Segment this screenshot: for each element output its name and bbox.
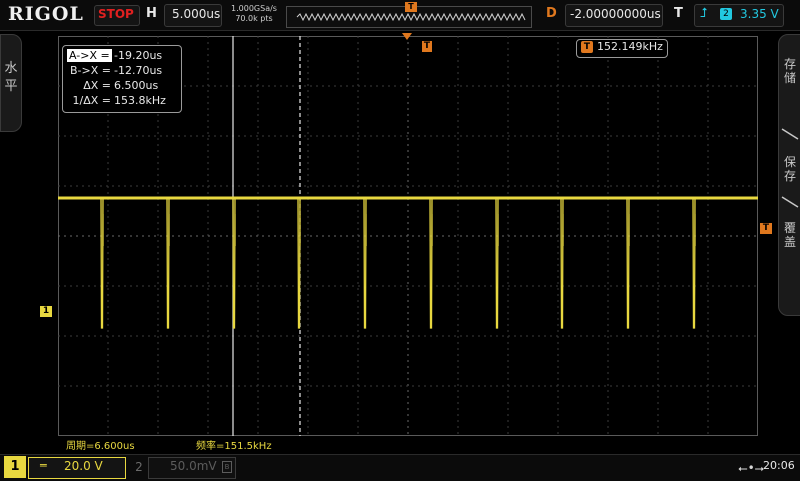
run-state-label: STOP xyxy=(98,7,134,21)
delay-value: -2.00000000us xyxy=(570,7,661,21)
cursor-invdx-label: 1/ΔX = xyxy=(72,94,111,107)
measurement-period: 周期=6.600us xyxy=(66,437,135,452)
cursor-ax-label: A->X = xyxy=(67,49,112,62)
brand-logo: RIGOL xyxy=(8,3,84,25)
ch1-dc-coupling-icon: ═ xyxy=(40,459,47,472)
delay-label: D xyxy=(546,6,557,21)
sample-info: 1.000GSa/s 70.0k pts xyxy=(228,4,280,24)
cursor-ax-value: -19.20us xyxy=(114,49,163,62)
frequency-counter-badge: T xyxy=(581,41,593,53)
trigger-position-marker xyxy=(402,33,412,40)
ch2-scale-value: 50.0mV xyxy=(170,459,217,473)
timebase-value: 5.000us xyxy=(172,7,221,21)
right-menu-tab[interactable]: 存储 保存 覆盖 xyxy=(778,34,800,316)
measurement-frequency: 频率=151.5kHz xyxy=(196,437,272,452)
cursor-dx-label: ΔX = xyxy=(83,79,111,92)
ch2-tab[interactable]: 2 xyxy=(132,457,146,477)
ch1-scale-value: 20.0 V xyxy=(64,459,103,473)
left-tab-char: 水 xyxy=(4,61,18,76)
trigger-source-badge: 2 xyxy=(720,8,732,20)
cursor-bx-value: -12.70us xyxy=(114,64,163,77)
trigger-time-marker: T xyxy=(422,41,432,52)
measurement-bar: 周期=6.600us 频率=151.5kHz xyxy=(58,436,758,452)
trigger-label: T xyxy=(674,6,683,21)
usb-icon: ⭠•⭢ xyxy=(738,461,765,475)
cursor-bx-label: B->X = xyxy=(70,64,111,77)
measurement-value: 151.5kHz xyxy=(224,441,272,452)
menu-item-storage[interactable]: 存储 xyxy=(783,57,797,85)
frequency-counter-value: 152.149kHz xyxy=(597,40,663,53)
left-tab-char: 平 xyxy=(4,79,18,94)
measurement-value: 6.600us xyxy=(94,441,135,452)
memory-depth: 70.0k pts xyxy=(235,14,273,23)
cursor-readout: A->X = -19.20us B->X = -12.70us ΔX = 6.500u… xyxy=(62,45,182,113)
horizontal-label: H xyxy=(146,6,157,21)
trigger-level-value: 3.35 V xyxy=(740,7,779,21)
menu-divider xyxy=(781,196,799,208)
ch1-ground-marker[interactable]: 1 xyxy=(40,306,52,317)
measurement-label: 周期= xyxy=(66,441,95,452)
measurement-label: 频率= xyxy=(196,441,225,452)
cursor-dx-value: 6.500us xyxy=(114,79,159,92)
cursor-invdx-value: 153.8kHz xyxy=(114,94,166,107)
ch2-bandwidth-limit-icon: B xyxy=(222,461,232,473)
ch1-tab[interactable]: 1 xyxy=(4,456,26,478)
menu-item-save[interactable]: 保存 xyxy=(783,155,797,183)
trigger-level-marker[interactable]: T xyxy=(760,223,772,234)
menu-divider xyxy=(781,128,799,140)
clock: 20:06 xyxy=(763,459,795,472)
memory-trigger-marker: T xyxy=(405,2,417,12)
horizontal-menu-tab[interactable]: 水 平 xyxy=(0,34,22,132)
menu-item-overwrite[interactable]: 覆盖 xyxy=(783,221,797,249)
sample-rate: 1.000GSa/s xyxy=(231,4,277,13)
rising-edge-icon: ⮥ xyxy=(700,6,708,21)
